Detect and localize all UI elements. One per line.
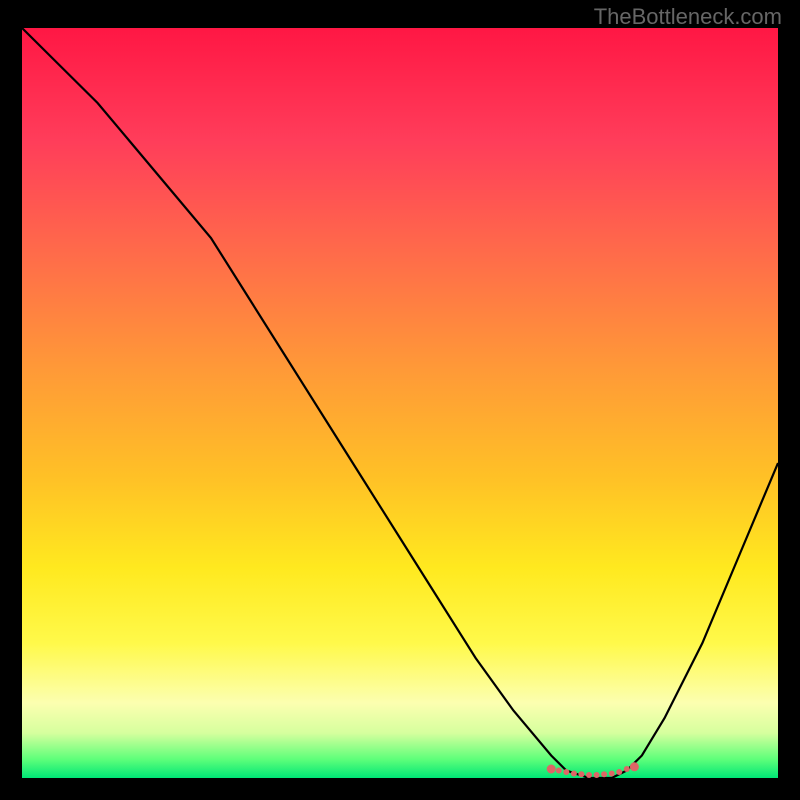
plot-area [22,28,778,778]
optimal-marker-dot [624,766,630,772]
optimal-marker-dot [609,771,615,777]
watermark-text: TheBottleneck.com [594,4,782,30]
optimal-marker-dot [563,769,569,775]
optimal-marker-dot [601,771,607,777]
optimal-marker-dot [630,762,639,771]
optimal-marker-dot [616,769,622,775]
optimal-marker-dot [578,771,584,777]
optimal-marker-dot [556,768,562,774]
optimal-marker-dot [586,772,592,778]
chart-curve [22,28,778,778]
optimal-marker-dot [547,765,556,774]
optimal-marker-dot [571,771,577,777]
optimal-marker-dot [594,772,600,778]
